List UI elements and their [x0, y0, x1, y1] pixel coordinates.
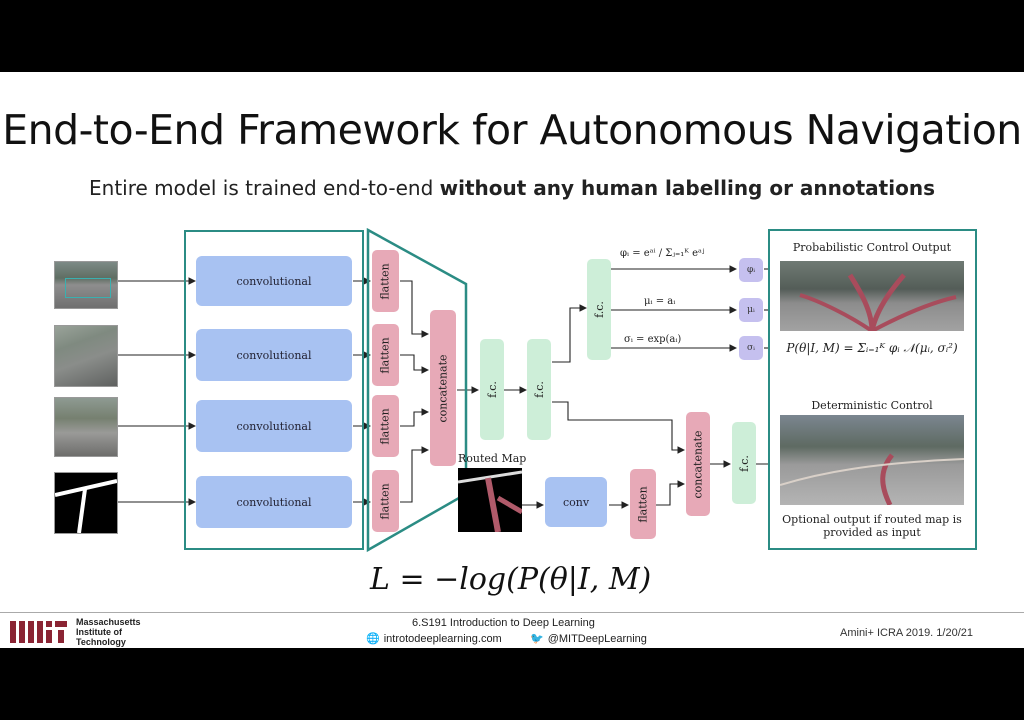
control-output-panel: Probabilistic Control Output P(θ|I, M) =… — [768, 229, 977, 550]
org-line-2: Institute of — [76, 627, 122, 637]
website-text: introtodeeplearning.com — [383, 632, 502, 645]
conv-block-4: convolutional — [196, 476, 352, 528]
map-road-lines — [55, 479, 117, 533]
flatten-label-2: flatten — [379, 336, 392, 374]
concatenate-block-2: concatenate — [686, 412, 710, 516]
det-control-title: Deterministic Control — [811, 399, 933, 412]
conv-block-3: convolutional — [196, 400, 352, 452]
concatenate-label-2: concatenate — [691, 429, 705, 499]
fc-block-4: f.c. — [732, 422, 756, 504]
fc-block-2: f.c. — [527, 339, 551, 440]
optional-output-caption: Optional output if routed map is provide… — [782, 513, 962, 539]
phi-output-block: φᵢ — [739, 258, 763, 282]
mit-wordmark: Massachusetts Institute of Technology — [76, 617, 141, 647]
flatten-block-1: flatten — [372, 250, 399, 312]
fc-label-3: f.c. — [592, 301, 606, 318]
twitter-text: @MITDeepLearning — [547, 632, 647, 645]
det-control-image — [780, 415, 964, 505]
flatten-label-4: flatten — [379, 482, 392, 520]
loss-equation: L = −log(P(θ|I, M) — [370, 562, 652, 597]
concatenate-label-1: concatenate — [436, 353, 450, 423]
twitter-link[interactable]: 🐦 @MITDeepLearning — [530, 632, 647, 646]
course-title: 6.S191 Introduction to Deep Learning — [412, 617, 595, 629]
org-line-3: Technology — [76, 637, 126, 647]
input-camera-image-2 — [54, 325, 118, 387]
flatten-block-2: flatten — [372, 324, 399, 386]
input-map-image — [54, 472, 118, 534]
conv-small-block: conv — [545, 477, 607, 527]
flatten-block-5: flatten — [630, 469, 656, 539]
flatten-block-3: flatten — [372, 395, 399, 457]
fc-block-3: f.c. — [587, 259, 611, 360]
conv-block-2: convolutional — [196, 329, 352, 381]
globe-icon: 🌐 — [366, 633, 380, 645]
slide: End-to-End Framework for Autonomous Navi… — [0, 72, 1024, 648]
prob-formula: P(θ|I, M) = Σᵢ₌₁ᴷ φᵢ 𝒩(μᵢ, σᵢ²) — [786, 341, 958, 355]
mit-logo — [10, 619, 68, 645]
routed-map-roads — [457, 470, 524, 533]
prob-control-image — [780, 261, 964, 331]
routed-map-label: Routed Map — [458, 452, 527, 465]
mu-equation: μᵢ = aᵢ — [644, 296, 676, 307]
phi-equation: φᵢ = eᵃⁱ / Σⱼ₌₁ᴷ eᵃʲ — [620, 248, 705, 259]
website-link[interactable]: 🌐 introtodeeplearning.com — [366, 632, 502, 646]
input-camera-image-1 — [54, 261, 118, 309]
sigma-output-block: σᵢ — [739, 336, 763, 360]
prob-control-title: Probabilistic Control Output — [792, 241, 952, 254]
concatenate-block-1: concatenate — [430, 310, 456, 466]
flatten-block-4: flatten — [372, 470, 399, 532]
routed-map-image — [457, 468, 524, 533]
fc-label-4: f.c. — [737, 454, 751, 472]
flatten-label-1: flatten — [379, 262, 392, 300]
mu-output-block: μᵢ — [739, 298, 763, 322]
citation: Amini+ ICRA 2019. 1/20/21 — [840, 627, 973, 639]
input-camera-image-3 — [54, 397, 118, 457]
fc-block-1: f.c. — [480, 339, 504, 440]
org-line-1: Massachusetts — [76, 617, 141, 627]
sigma-equation: σᵢ = exp(aᵢ) — [624, 334, 682, 345]
conv-block-1: convolutional — [196, 256, 352, 306]
prob-trajectories — [799, 273, 957, 331]
footer: Massachusetts Institute of Technology 6.… — [0, 612, 1024, 648]
fc-label-1: f.c. — [485, 381, 499, 398]
det-trajectory — [780, 453, 964, 505]
flatten-label-5: flatten — [636, 485, 650, 523]
fc-label-2: f.c. — [532, 381, 546, 398]
flatten-label-3: flatten — [379, 407, 392, 445]
mit-logo-bars — [10, 621, 67, 643]
twitter-icon: 🐦 — [530, 633, 544, 645]
